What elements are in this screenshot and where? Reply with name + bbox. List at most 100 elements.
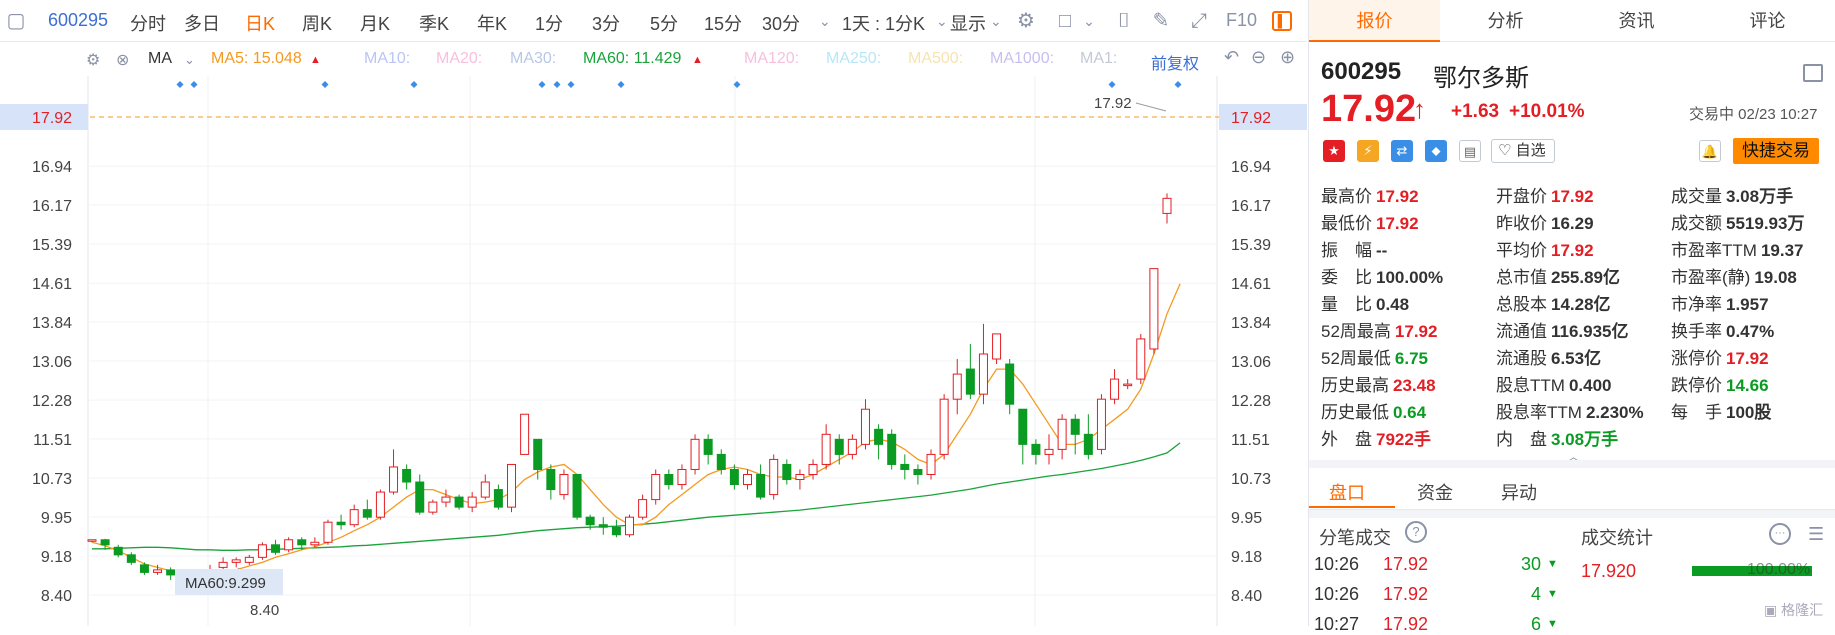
y-tick-label: 16.94: [1231, 159, 1271, 176]
stat-value: 17.92: [1551, 187, 1594, 206]
display-menu[interactable]: 显示: [950, 10, 986, 36]
stat-value: 5519.93万: [1726, 214, 1805, 233]
panel-toggle-icon[interactable]: ▌: [1272, 11, 1292, 31]
chevron-down-icon[interactable]: ⌄: [1077, 9, 1101, 33]
lightning-icon[interactable]: ⚡: [1357, 140, 1379, 162]
more-icon[interactable]: ···: [1769, 523, 1791, 545]
period-tab[interactable]: 季K: [419, 10, 449, 36]
y-tick-label: 10.73: [1231, 471, 1271, 488]
candle-up: [1044, 448, 1054, 455]
quote-code: 600295: [1321, 58, 1402, 85]
stat-item: 振 幅 --: [1321, 236, 1387, 261]
period-tab[interactable]: 1分: [535, 10, 563, 36]
candle-up: [467, 496, 477, 508]
candle-down: [362, 509, 372, 518]
price-tag-left: 17.92: [32, 110, 72, 127]
event-diamond-icon: [567, 81, 575, 88]
ma5-line: [91, 283, 1181, 577]
tab-quote[interactable]: 报价: [1309, 0, 1440, 42]
tab-comments[interactable]: 评论: [1702, 0, 1833, 42]
tab-news[interactable]: 资讯: [1571, 0, 1702, 42]
chevron-down-icon[interactable]: ⌄: [184, 52, 195, 68]
candle-up: [323, 521, 333, 543]
candle-down: [533, 438, 543, 470]
period-tab[interactable]: 月K: [360, 10, 390, 36]
ma10-label: MA10:: [364, 50, 411, 67]
list-view-icon[interactable]: [1803, 64, 1823, 82]
adjust-select[interactable]: 前复权: [1151, 50, 1199, 74]
stat-value: 116.935亿: [1551, 322, 1629, 341]
candle-down: [454, 496, 464, 508]
candle-down: [1005, 363, 1015, 405]
f10-button[interactable]: F10: [1226, 10, 1257, 31]
price-tag-right: 17.92: [1231, 110, 1271, 127]
y-tick-label: 9.18: [1231, 549, 1262, 566]
bell-icon[interactable]: 🔔: [1699, 140, 1721, 162]
sidebar-toggle-icon[interactable]: ▢: [4, 9, 28, 33]
event-diamond-icon: [1108, 81, 1116, 88]
tag-icon[interactable]: ⬥: [1425, 140, 1447, 162]
tab-order-book[interactable]: 盘口: [1329, 479, 1365, 505]
period-tab[interactable]: 多日: [184, 10, 220, 36]
chevron-down-icon[interactable]: ⌄: [936, 13, 948, 30]
candle-down: [402, 468, 412, 483]
candle-down: [1070, 418, 1080, 435]
candle-down: [166, 569, 176, 576]
period-tab[interactable]: 年K: [477, 10, 507, 36]
candle-up: [218, 561, 228, 568]
stat-price: 17.920: [1581, 561, 1637, 581]
tab-movement[interactable]: 异动: [1501, 479, 1537, 505]
period-tab[interactable]: 5分: [650, 10, 678, 36]
ma-settings-icon[interactable]: ⚙: [86, 50, 100, 70]
period-tab[interactable]: 分时: [130, 10, 166, 36]
multi-day-select[interactable]: 1天 : 1分K: [842, 10, 925, 36]
stat-item: 最低价 17.92: [1321, 209, 1419, 234]
candle-up: [153, 569, 163, 573]
bookmark-icon[interactable]: ▤: [1459, 140, 1481, 162]
pen-draw-icon[interactable]: ✎: [1149, 9, 1173, 33]
trade-price: 17.92: [1383, 614, 1429, 634]
stat-value: 2.230%: [1585, 403, 1644, 422]
menu-icon[interactable]: ☰: [1808, 524, 1824, 545]
period-tab-active[interactable]: 日K: [245, 10, 275, 36]
y-tick-label: 14.61: [1231, 276, 1271, 293]
y-tick-label: 12.28: [32, 393, 72, 410]
fullscreen-icon[interactable]: ⤢: [1187, 9, 1211, 33]
up-arrow-icon: ▲: [692, 54, 703, 66]
square-tool-icon[interactable]: □: [1053, 9, 1077, 33]
quick-trade-button[interactable]: 快捷交易: [1733, 138, 1819, 164]
help-icon[interactable]: ?: [1405, 521, 1427, 543]
y-tick-label: 10.73: [32, 471, 72, 488]
tab-analysis[interactable]: 分析: [1440, 0, 1571, 42]
shuffle-icon[interactable]: ⇄: [1391, 140, 1413, 162]
candle-down: [913, 468, 923, 475]
tab-fund[interactable]: 资金: [1417, 479, 1453, 505]
chevron-down-icon[interactable]: ⌄: [819, 13, 831, 30]
stat-label: 振 幅: [1321, 241, 1372, 260]
chevron-down-icon[interactable]: ⌄: [990, 13, 1002, 30]
camera-icon[interactable]: ⌷: [1112, 9, 1136, 33]
close-icon[interactable]: ⊗: [116, 50, 129, 70]
zoom-out-icon[interactable]: ⊖: [1251, 47, 1266, 68]
candle-down: [139, 564, 149, 573]
period-tab[interactable]: 3分: [592, 10, 620, 36]
stat-label: 总股本: [1496, 295, 1547, 314]
ma-select[interactable]: MA: [148, 50, 172, 68]
period-tab[interactable]: 15分: [704, 10, 742, 36]
candle-up: [1149, 268, 1159, 350]
candle-down: [716, 453, 726, 470]
period-tab[interactable]: 30分: [762, 10, 800, 36]
stat-item: 52周最高 17.92: [1321, 317, 1437, 342]
settings-gear-icon[interactable]: ⚙: [1014, 9, 1038, 33]
watchlist-button[interactable]: ♡ 自选: [1491, 139, 1555, 163]
zoom-in-icon[interactable]: ⊕: [1280, 47, 1295, 68]
candle-down: [415, 481, 425, 513]
undo-icon[interactable]: ↶: [1224, 47, 1239, 68]
stat-value: 6.75: [1394, 349, 1429, 368]
candle-up: [375, 491, 385, 518]
period-tab[interactable]: 周K: [302, 10, 332, 36]
candle-up: [795, 473, 805, 481]
flag-icon[interactable]: ★: [1323, 140, 1345, 162]
candlestick-chart[interactable]: 16.94 16.17 15.39 14.61 13.84 13.06 12.28 11.51…: [0, 76, 1307, 626]
ma60-label: MA60: 11.429: [583, 50, 682, 67]
